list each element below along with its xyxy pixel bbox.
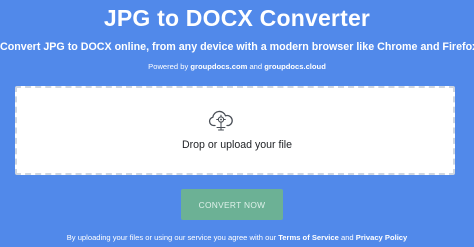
privacy-policy-link[interactable]: Privacy Policy — [356, 233, 408, 242]
terms-of-service-link[interactable]: Terms of Service — [278, 233, 339, 242]
groupdocs-cloud-link[interactable]: groupdocs.cloud — [264, 62, 326, 71]
powered-by-and: and — [247, 62, 265, 71]
terms-notice: By uploading your files or using our ser… — [0, 232, 474, 243]
groupdocs-com-link[interactable]: groupdocs.com — [190, 62, 247, 71]
cloud-upload-icon[interactable] — [207, 109, 235, 133]
terms-notice-and: and — [338, 233, 356, 242]
page-title: JPG to DOCX Converter — [103, 5, 371, 31]
powered-by-prefix: Powered by — [148, 62, 191, 71]
file-dropzone[interactable] — [15, 86, 455, 175]
page-subtitle: Convert JPG to DOCX online, from any dev… — [0, 41, 474, 53]
dropzone-label[interactable]: Drop or upload your file — [0, 138, 474, 152]
terms-notice-prefix: By uploading your files or using our ser… — [66, 233, 279, 242]
powered-by-line: Powered by groupdocs.com and groupdocs.c… — [0, 61, 474, 72]
convert-now-button[interactable]: CONVERT NOW — [181, 189, 283, 220]
